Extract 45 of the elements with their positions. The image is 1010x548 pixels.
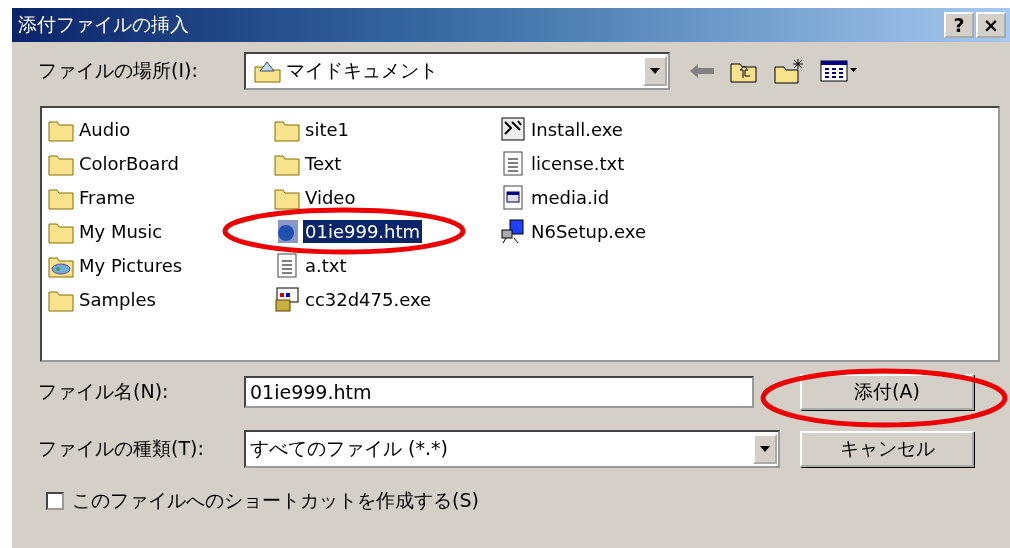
file-type-value: すべてのファイル (*.*)	[249, 436, 449, 461]
file-item[interactable]: Audio	[77, 117, 133, 141]
file-item[interactable]: site1	[303, 117, 351, 141]
file-item[interactable]: ColorBoard	[77, 151, 181, 175]
back-arrow-icon[interactable]	[690, 63, 714, 79]
file-item[interactable]: Samples	[77, 287, 158, 311]
dropdown-arrow-icon	[760, 446, 770, 452]
file-item[interactable]: Frame	[77, 185, 138, 209]
file-item[interactable]: cc32d475.exe	[303, 287, 434, 311]
file-type-dropdown[interactable]: すべてのファイル (*.*)	[244, 430, 780, 468]
folder-icon	[254, 59, 282, 83]
close-button[interactable]: ×	[976, 12, 1006, 38]
dropdown-arrow-icon	[650, 68, 660, 74]
location-dropdown[interactable]: マイドキュメント	[244, 52, 670, 90]
file-name-field[interactable]: 01ie999.htm	[244, 376, 754, 408]
file-item[interactable]: media.id	[529, 185, 612, 209]
field-label: ファイルの種類(T):	[38, 436, 205, 461]
file-item[interactable]: Install.exe	[529, 117, 625, 141]
view-menu-icon[interactable]	[820, 59, 858, 83]
cancel-button[interactable]: キャンセル	[800, 431, 974, 467]
field-label: ファイル名(N):	[38, 379, 170, 404]
dropdown-button[interactable]	[643, 56, 667, 86]
setup-computer-icon	[500, 218, 526, 244]
installer-icon	[274, 286, 300, 312]
file-item[interactable]: license.txt	[529, 151, 627, 175]
file-item[interactable]: Text	[303, 151, 344, 175]
file-item[interactable]: Video	[303, 185, 358, 209]
text-file-icon	[500, 150, 526, 176]
text-file-icon	[274, 252, 300, 278]
program-icon	[500, 116, 526, 142]
window-title: 添付ファイルの挿入	[18, 12, 189, 37]
file-item[interactable]: N6Setup.exe	[529, 219, 648, 243]
file-item[interactable]: a.txt	[303, 253, 349, 277]
new-folder-icon[interactable]	[774, 58, 804, 84]
dropdown-button[interactable]	[753, 434, 777, 464]
attach-button[interactable]: 添付(A)	[800, 374, 974, 410]
help-button[interactable]: ?	[944, 12, 974, 38]
file-item[interactable]: My Pictures	[77, 253, 185, 277]
field-label: ファイルの場所(I):	[38, 58, 199, 83]
shortcut-checkbox[interactable]	[46, 492, 64, 510]
application-file-icon	[500, 184, 526, 210]
file-item[interactable]: 01ie999.htm	[303, 219, 423, 243]
checkbox-label: このファイルへのショートカットを作成する(S)	[72, 488, 479, 513]
file-item[interactable]: My Music	[77, 219, 165, 243]
location-value: マイドキュメント	[285, 58, 439, 83]
